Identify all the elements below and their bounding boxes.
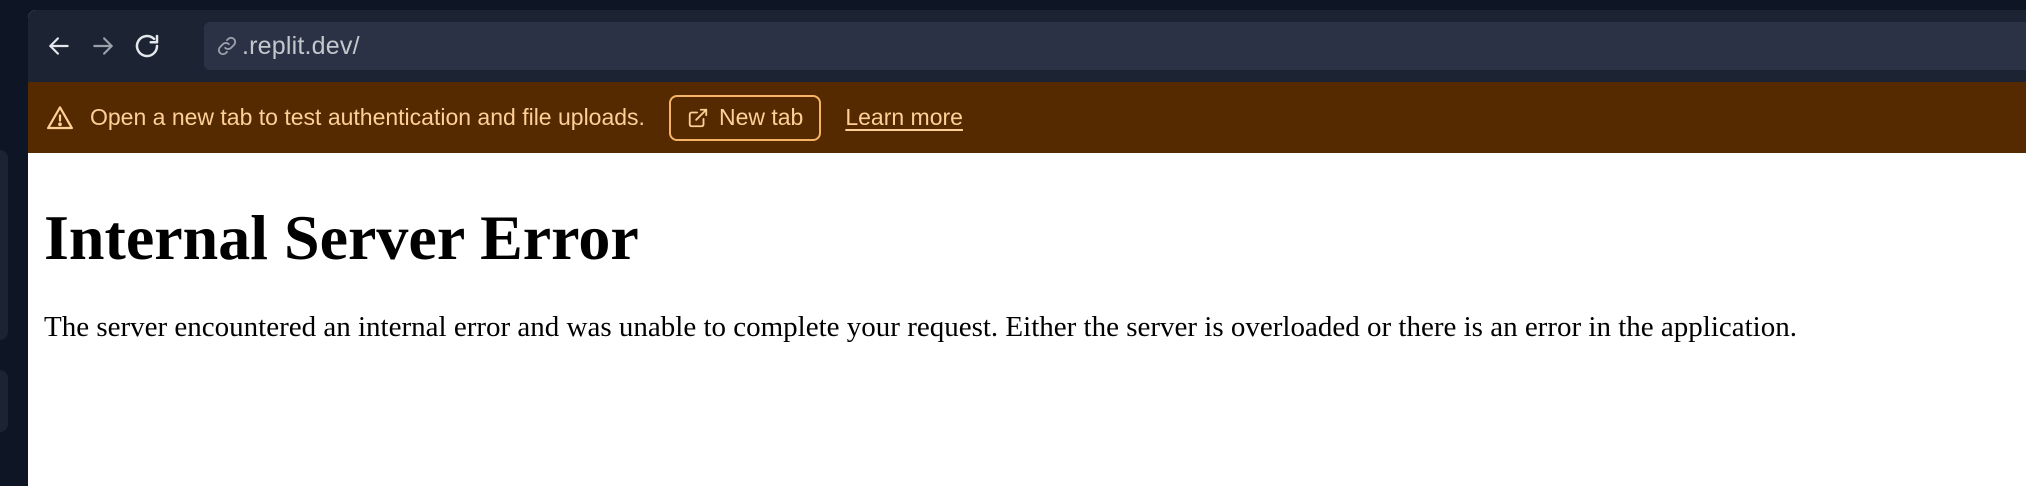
left-rail: [0, 0, 28, 486]
url-input[interactable]: .replit.dev/: [204, 22, 2026, 70]
rail-tab-upper[interactable]: [0, 150, 8, 340]
back-button[interactable]: [38, 25, 80, 67]
url-text: .replit.dev/: [242, 31, 360, 60]
error-description: The server encountered an internal error…: [44, 311, 1797, 343]
link-icon: [214, 33, 240, 59]
reload-icon: [135, 34, 159, 58]
warning-icon: [44, 102, 76, 134]
banner-message: Open a new tab to test authentication an…: [90, 104, 645, 130]
new-tab-button[interactable]: New tab: [668, 94, 822, 141]
arrow-left-icon: [49, 37, 69, 55]
browser-toolbar: .replit.dev/: [28, 10, 2026, 82]
page-content: Internal Server Error The server encount…: [28, 153, 2026, 486]
forward-button[interactable]: [82, 25, 124, 67]
reload-button[interactable]: [126, 25, 168, 67]
webview-window: .replit.dev/ Open a new tab to test auth…: [28, 10, 2026, 486]
auth-warning-banner: Open a new tab to test authentication an…: [28, 82, 2026, 153]
rail-tab-lower[interactable]: [0, 370, 8, 432]
app-frame: .replit.dev/ Open a new tab to test auth…: [0, 0, 2026, 486]
page-title: Internal Server Error: [44, 202, 639, 273]
new-tab-label: New tab: [718, 104, 804, 130]
external-link-icon: [687, 107, 709, 129]
learn-more-link[interactable]: Learn more: [845, 104, 963, 131]
arrow-right-icon: [93, 37, 113, 55]
